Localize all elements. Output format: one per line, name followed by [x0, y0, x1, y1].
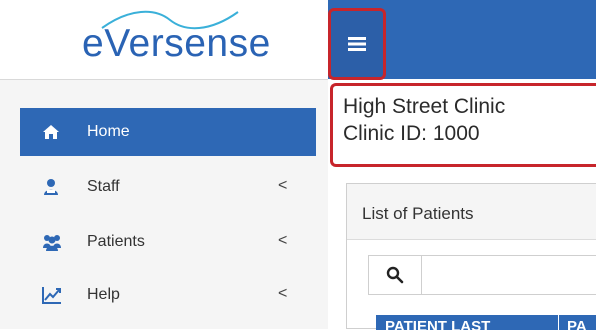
menu-toggle-button[interactable] — [328, 8, 386, 80]
home-icon — [43, 125, 59, 139]
panel-title: List of Patients — [362, 204, 474, 223]
chevron-left-icon[interactable]: < — [278, 232, 287, 250]
sidebar-item-help[interactable]: Help < — [20, 271, 316, 319]
sidebar-item-home[interactable]: Home — [20, 108, 316, 156]
chevron-left-icon[interactable]: < — [278, 285, 287, 303]
panel-header: List of Patients — [347, 184, 596, 240]
chart-line-icon — [42, 287, 61, 304]
search-button[interactable] — [369, 256, 422, 294]
sidebar-item-staff[interactable]: Staff < — [20, 163, 316, 211]
column-header-patient-last[interactable]: PATIENT LAST — [385, 318, 490, 330]
sidebar-item-label: Staff — [87, 178, 120, 195]
patients-panel: List of Patients PATIENT LAST PA — [346, 183, 596, 330]
sidebar-item-label: Patients — [87, 233, 145, 250]
patients-icon — [43, 235, 61, 251]
search-bar — [368, 255, 596, 295]
sidebar-item-label: Help — [87, 286, 120, 303]
sidebar: eVersense Home Staff < Patients < Help < — [0, 0, 328, 329]
column-divider — [558, 315, 559, 330]
hamburger-menu-icon — [348, 37, 366, 51]
chevron-left-icon[interactable]: < — [278, 177, 287, 195]
eversense-logo[interactable]: eVersense — [82, 22, 271, 66]
clinic-info: High Street Clinic Clinic ID: 1000 — [330, 83, 596, 167]
sidebar-item-patients[interactable]: Patients < — [20, 218, 316, 266]
clinic-name: High Street Clinic — [343, 95, 506, 118]
clinic-id: Clinic ID: 1000 — [343, 122, 480, 145]
logo-area: eVersense — [0, 0, 328, 80]
search-icon — [386, 266, 404, 284]
column-header-pa[interactable]: PA — [567, 318, 587, 330]
table-header: PATIENT LAST PA — [376, 315, 596, 330]
staff-icon — [44, 179, 58, 195]
search-input[interactable] — [422, 256, 596, 294]
sidebar-item-label: Home — [87, 123, 130, 140]
